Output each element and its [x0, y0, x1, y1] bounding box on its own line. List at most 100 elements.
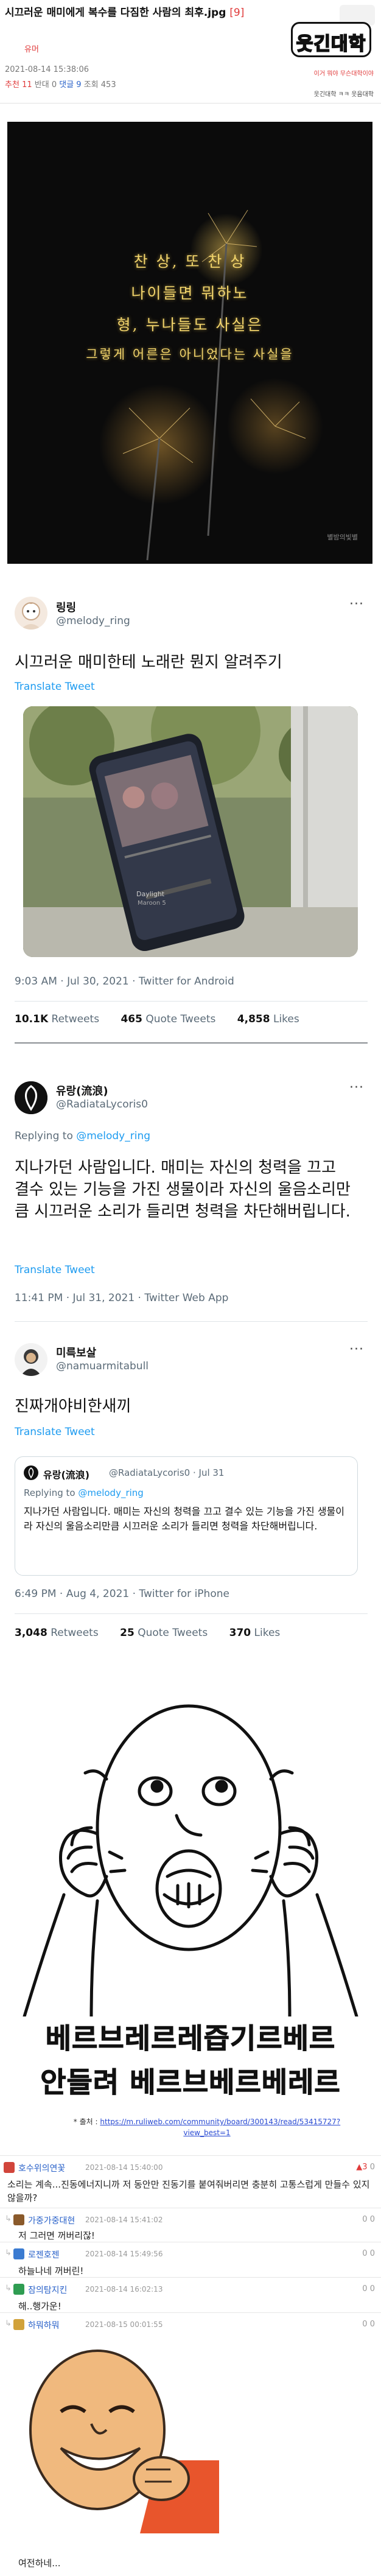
site-logo[interactable]: 웃긴대학	[291, 22, 371, 57]
tweet-photo[interactable]: Daylight Maroon 5	[23, 706, 358, 957]
author-handle[interactable]: @RadiataLycoris0	[56, 1098, 148, 1111]
tweet-timestamp[interactable]: 6:49 PM · Aug 4, 2021 · Twitter for iPho…	[15, 1588, 229, 1600]
more-options-icon[interactable]: ···	[349, 1080, 364, 1095]
retweets-stat[interactable]: 3,048 Retweets	[15, 1627, 99, 1639]
meme-caption-1: 베르브레르레즙기르베르	[45, 2022, 336, 2055]
brand-slogan-2: 웃긴대학 ㅋㅋ 웃음대학	[313, 91, 374, 98]
tweet-timestamp[interactable]: 11:41 PM · Jul 31, 2021 · Twitter Web Ap…	[15, 1292, 228, 1304]
translate-link[interactable]: Translate Tweet	[15, 1426, 95, 1438]
author-name[interactable]: 미륵보살	[56, 1344, 96, 1360]
comment-item: 호수위의연꽃 2021-08-14 15:40:00 ▲3 0 소리는 계속..…	[0, 2155, 381, 2208]
source-link[interactable]: https://m.ruliweb.com/community/board/30…	[100, 2118, 340, 2137]
avatar-icon	[28, 1467, 34, 1479]
tweet-timestamp[interactable]: 9:03 AM · Jul 30, 2021 · Twitter for And…	[15, 975, 234, 988]
against-count: 0	[51, 80, 57, 89]
source-label: * 출처 :	[73, 2118, 98, 2126]
retweets-label: Retweets	[51, 1627, 99, 1639]
avatar[interactable]	[15, 1081, 47, 1114]
likes-label: Likes	[273, 1013, 299, 1025]
comment-reply: ↳ 로젠호젠 2021-08-14 15:49:56 0 0 하늘나네 꺼버린!	[0, 2242, 381, 2277]
avatar-icon	[21, 1349, 41, 1376]
author-name[interactable]: 유랑(流浪)	[56, 1083, 108, 1098]
image-signature: 별밤의빛별	[327, 533, 358, 541]
plugged-ears-face-drawing	[23, 1704, 358, 2016]
retweets-count: 3,048	[15, 1627, 47, 1639]
tweet-1-footer: 9:03 AM · Jul 30, 2021 · Twitter for And…	[15, 970, 368, 1062]
reply-prefix: Replying to	[24, 1487, 75, 1498]
site-brand[interactable]: 웃긴대학 이거 뭐야 무슨대학이야 웃긴대학 ㅋㅋ 웃음대학	[268, 4, 376, 101]
comment-votes[interactable]: ▲3 0	[356, 2163, 375, 2172]
comment-nickname[interactable]: 로젠호젠	[28, 2248, 60, 2261]
comment-votes[interactable]: 0 0	[362, 2284, 375, 2293]
recommend-label: 추천	[5, 80, 19, 89]
retweets-label: Retweets	[51, 1013, 100, 1025]
tweet-text: 진짜개야비한새끼	[15, 1397, 131, 1416]
translate-link[interactable]: Translate Tweet	[15, 681, 95, 693]
tweet-text: 시끄러운 매미한테 노래란 뭔지 알려주기	[15, 653, 282, 672]
comment-date: 2021-08-14 15:40:00	[85, 2163, 163, 2172]
comment-downvotes: 0	[369, 2249, 375, 2258]
sparkler-image: 찬 상, 또 찬 상 나이들면 뭐하노 형, 누나들도 사실은 그렇게 어른은 …	[7, 122, 372, 564]
avatar[interactable]	[15, 597, 47, 630]
likes-count: 370	[229, 1627, 251, 1639]
quotes-stat[interactable]: 25 Quote Tweets	[120, 1627, 208, 1639]
avatar[interactable]	[15, 1343, 47, 1376]
tweet-stats: 10.1K Retweets 465 Quote Tweets 4,858 Li…	[15, 1013, 318, 1025]
comment-nickname[interactable]: 잠의탐지킨	[28, 2284, 67, 2296]
sparkler-line-1: 찬 상, 또 찬 상	[133, 253, 246, 270]
comment-downvotes: 0	[369, 2284, 375, 2293]
retweets-stat[interactable]: 10.1K Retweets	[15, 1013, 99, 1025]
tweet-stats: 3,048 Retweets 25 Quote Tweets 370 Likes	[15, 1627, 298, 1639]
post-title: 시끄러운 매미에게 복수를 다짐한 사람의 최후.jpg [9]	[5, 6, 267, 19]
comment-body: 해..행가운!	[18, 2301, 61, 2312]
site-logo-text: 웃긴대학	[296, 33, 366, 55]
reply-to-handle[interactable]: @melody_ring	[78, 1487, 143, 1498]
quotes-stat[interactable]: 465 Quote Tweets	[121, 1013, 215, 1025]
source-line: * 출처 : https://m.ruliweb.com/community/b…	[55, 2116, 359, 2138]
tweet-text: 지나가던 사람입니다. 매미는 자신의 청력을 끄고 결수 있는 기능을 가진 …	[15, 1159, 351, 1221]
post-header: 시끄러운 매미에게 복수를 다짐한 사람의 최후.jpg [9] 유머 2021…	[0, 0, 381, 104]
quoted-text: 지나가던 사람입니다. 매미는 자신의 청력을 끄고 결수 있는 기능을 가진 …	[24, 1506, 344, 1532]
comment-downvotes: 0	[369, 2163, 375, 2172]
author-handle[interactable]: @namuarmitabull	[56, 1360, 149, 1372]
comment-body: 소리는 계속...진동에너지니까 저 동안만 진동기를 붙여줘버리면 충분히 고…	[7, 2179, 370, 2203]
likes-stat[interactable]: 4,858 Likes	[237, 1013, 299, 1025]
comment-nickname[interactable]: 하뭐하뭐	[28, 2319, 60, 2331]
post-category[interactable]: 유머	[24, 43, 39, 54]
meme-image: 베르브레르레즙기르베르 안들려 베르브베르베레르	[0, 1676, 381, 2114]
comment-nickname[interactable]: 가중가중대현	[28, 2214, 75, 2227]
laughing-bald-man-image	[18, 2339, 219, 2533]
comment-date: 2021-08-14 16:02:13	[85, 2285, 163, 2293]
likes-stat[interactable]: 370 Likes	[229, 1627, 281, 1639]
comment-body: 여전하네...	[18, 2558, 61, 2569]
likes-count: 4,858	[237, 1013, 270, 1025]
quoted-reply-context: Replying to @melody_ring	[24, 1487, 144, 1498]
more-options-icon[interactable]: ···	[349, 1342, 364, 1357]
brand-slogan-1: 이거 뭐야 무슨대학이야	[313, 71, 374, 77]
author-handle[interactable]: @melody_ring	[56, 615, 130, 627]
user-level-icon	[13, 2214, 24, 2225]
comment-votes[interactable]: 0 0	[362, 2215, 375, 2224]
reply-to-handle[interactable]: @melody_ring	[76, 1130, 150, 1142]
comment-votes[interactable]: 0 0	[362, 2320, 375, 2329]
quotes-count: 25	[120, 1627, 135, 1639]
comment-upvotes: 0	[362, 2320, 368, 2329]
divider	[15, 1042, 368, 1044]
comment-body: 저 그러면 꺼버리잖!	[18, 2230, 95, 2241]
comment-nickname[interactable]: 호수위의연꽃	[18, 2162, 65, 2174]
sparkler-line-2: 나이들면 뭐하노	[131, 284, 249, 302]
post-title-text: 시끄러운 매미에게 복수를 다짐한 사람의 최후.jpg	[5, 7, 226, 19]
photo-song-artist: Maroon 5	[138, 900, 166, 907]
more-options-icon[interactable]: ···	[349, 597, 364, 612]
comment-downvotes: 0	[369, 2215, 375, 2224]
against-label: 반대	[34, 80, 49, 89]
quoted-avatar	[24, 1465, 38, 1480]
sparkler-line-4: 그렇게 어른은 아니었다는 사실을	[86, 347, 294, 362]
comment-image[interactable]	[18, 2339, 219, 2533]
translate-link[interactable]: Translate Tweet	[15, 1264, 95, 1276]
author-name[interactable]: 링링	[56, 599, 76, 615]
user-level-icon	[4, 2162, 15, 2173]
comment-votes[interactable]: 0 0	[362, 2249, 375, 2258]
quoted-tweet[interactable]: 유랑(流浪) @RadiataLycoris0 · Jul 31 Replyin…	[15, 1456, 358, 1576]
views-count: 453	[100, 80, 116, 89]
